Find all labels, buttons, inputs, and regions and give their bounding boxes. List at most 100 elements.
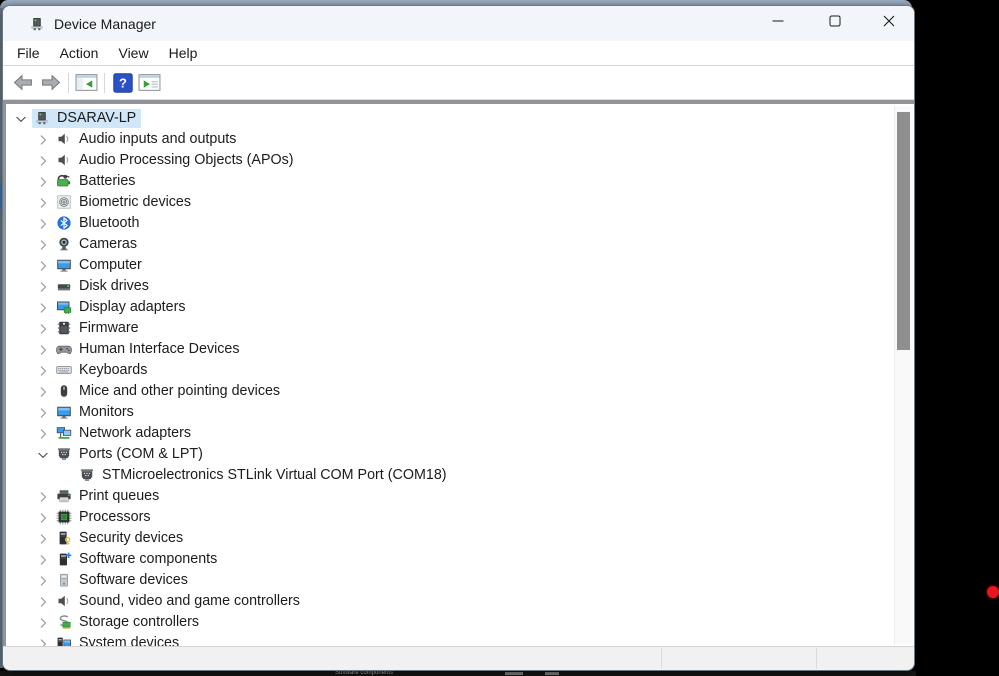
tree-item-sound-video-and-game-controllers[interactable]: Sound, video and game controllers	[6, 591, 894, 612]
tree-item-mice-and-other-pointing-devices[interactable]: Mice and other pointing devices	[6, 381, 894, 402]
tree-item-label: Computer	[79, 257, 142, 273]
tree-item-keyboards[interactable]: Keyboards	[6, 360, 894, 381]
chevron-right-icon[interactable]	[36, 217, 50, 231]
tree-item-label: Display adapters	[79, 299, 186, 315]
tree-item-computer[interactable]: Computer	[6, 255, 894, 276]
chevron-right-icon[interactable]	[36, 385, 50, 399]
chevron-right-icon[interactable]	[36, 553, 50, 567]
tree-item-software-devices[interactable]: Software devices	[6, 570, 894, 591]
tree-item-ports-com-lpt[interactable]: Ports (COM & LPT)	[6, 444, 894, 465]
minimize-icon	[772, 14, 784, 32]
chevron-right-icon[interactable]	[36, 343, 50, 357]
tree-item-content: Display adapters	[54, 298, 191, 317]
tree-item-label: Audio Processing Objects (APOs)	[79, 152, 294, 168]
tree-item-firmware[interactable]: Firmware	[6, 318, 894, 339]
tree-item-security-devices[interactable]: Security devices	[6, 528, 894, 549]
maximize-button[interactable]	[812, 6, 857, 40]
tree-item-label: Bluetooth	[79, 215, 139, 231]
keyboard-icon	[56, 362, 72, 378]
chevron-down-icon[interactable]	[36, 448, 50, 462]
network-adapter-icon	[56, 425, 72, 441]
menu-item-action[interactable]: Action	[50, 42, 109, 65]
menu-item-file[interactable]: File	[7, 42, 50, 65]
tree-item-audio-processing-objects-apos[interactable]: Audio Processing Objects (APOs)	[6, 150, 894, 171]
chevron-right-icon[interactable]	[36, 532, 50, 546]
tree-item-cameras[interactable]: Cameras	[6, 234, 894, 255]
chevron-right-icon[interactable]	[36, 574, 50, 588]
tree-item-audio-inputs-and-outputs[interactable]: Audio inputs and outputs	[6, 129, 894, 150]
tree-item-system-devices[interactable]: System devices	[6, 633, 894, 646]
chevron-right-icon[interactable]	[36, 175, 50, 189]
tree-item-label: Sound, video and game controllers	[79, 593, 300, 609]
tree-item-stmicroelectronics-stlink-virtual-com-port-com18[interactable]: STMicroelectronics STLink Virtual COM Po…	[6, 465, 894, 486]
tree-item-processors[interactable]: Processors	[6, 507, 894, 528]
tree-item-display-adapters[interactable]: Display adapters	[6, 297, 894, 318]
chevron-right-icon[interactable]	[36, 322, 50, 336]
chevron-down-icon[interactable]	[14, 112, 28, 126]
chevron-right-icon[interactable]	[36, 406, 50, 420]
tree-item-batteries[interactable]: Batteries	[6, 171, 894, 192]
chevron-right-icon[interactable]	[36, 490, 50, 504]
chevron-right-icon[interactable]	[36, 364, 50, 378]
tree-item-content: Audio Processing Objects (APOs)	[54, 151, 299, 170]
tree-item-label: Biometric devices	[79, 194, 191, 210]
battery-icon	[56, 173, 72, 189]
console-tree-icon	[75, 73, 98, 92]
tree-item-bluetooth[interactable]: Bluetooth	[6, 213, 894, 234]
window-title: Device Manager	[54, 16, 156, 32]
chevron-right-icon[interactable]	[36, 595, 50, 609]
tree-item-human-interface-devices[interactable]: Human Interface Devices	[6, 339, 894, 360]
software-component-icon	[56, 551, 72, 567]
menu-bar: FileActionViewHelp	[3, 41, 914, 66]
tree-item-print-queues[interactable]: Print queues	[6, 486, 894, 507]
minimize-button[interactable]	[755, 6, 800, 40]
title-bar[interactable]: Device Manager	[3, 6, 914, 41]
chevron-right-icon[interactable]	[36, 427, 50, 441]
chevron-right-icon[interactable]	[36, 511, 50, 525]
tree-item-content: Batteries	[54, 172, 140, 191]
scrollbar-thumb[interactable]	[897, 112, 910, 350]
tree-item-software-components[interactable]: Software components	[6, 549, 894, 570]
tree-item-network-adapters[interactable]: Network adapters	[6, 423, 894, 444]
tree-item-label: Batteries	[79, 173, 135, 189]
help-button[interactable]: ?	[109, 70, 136, 95]
maximize-icon	[829, 14, 841, 32]
tree-item-content: Computer	[54, 256, 147, 275]
chevron-right-icon[interactable]	[36, 154, 50, 168]
tree-item-label: Keyboards	[79, 362, 147, 378]
tree-item-content: Network adapters	[54, 424, 196, 443]
tree-item-content: Keyboards	[54, 361, 152, 380]
menu-item-help[interactable]: Help	[159, 42, 208, 65]
tree-item-monitors[interactable]: Monitors	[6, 402, 894, 423]
menu-item-view[interactable]: View	[108, 42, 158, 65]
tree-item-content: Cameras	[54, 235, 142, 254]
system-devices-icon	[56, 635, 72, 646]
vertical-scrollbar[interactable]	[894, 106, 913, 644]
tree-item-disk-drives[interactable]: Disk drives	[6, 276, 894, 297]
tree-item-content: Firmware	[54, 319, 144, 338]
chevron-right-icon[interactable]	[36, 133, 50, 147]
back-button[interactable]	[10, 70, 37, 95]
show-action-pane-button[interactable]	[136, 70, 163, 95]
tree-item-label: Processors	[79, 509, 151, 525]
tree-item-label: Disk drives	[79, 278, 149, 294]
chevron-right-icon[interactable]	[36, 259, 50, 273]
show-console-tree-button[interactable]	[73, 70, 100, 95]
tree-item-dsarav-lp[interactable]: DSARAV-LP	[6, 108, 894, 129]
chevron-right-icon[interactable]	[36, 196, 50, 210]
chevron-right-icon[interactable]	[36, 637, 50, 647]
chevron-right-icon[interactable]	[36, 301, 50, 315]
forward-button[interactable]	[37, 70, 64, 95]
software-device-icon	[56, 572, 72, 588]
tree-item-storage-controllers[interactable]: Storage controllers	[6, 612, 894, 633]
device-tree: DSARAV-LPAudio inputs and outputs Audio P…	[6, 104, 894, 646]
back-arrow-icon	[13, 74, 34, 91]
chevron-right-icon[interactable]	[36, 280, 50, 294]
chevron-right-icon[interactable]	[36, 616, 50, 630]
firmware-chip-icon	[56, 320, 72, 336]
close-button[interactable]	[866, 6, 911, 40]
tree-item-content: STMicroelectronics STLink Virtual COM Po…	[77, 466, 452, 485]
tree-item-biometric-devices[interactable]: Biometric devices	[6, 192, 894, 213]
chevron-right-icon[interactable]	[36, 238, 50, 252]
mouse-icon	[56, 383, 72, 399]
